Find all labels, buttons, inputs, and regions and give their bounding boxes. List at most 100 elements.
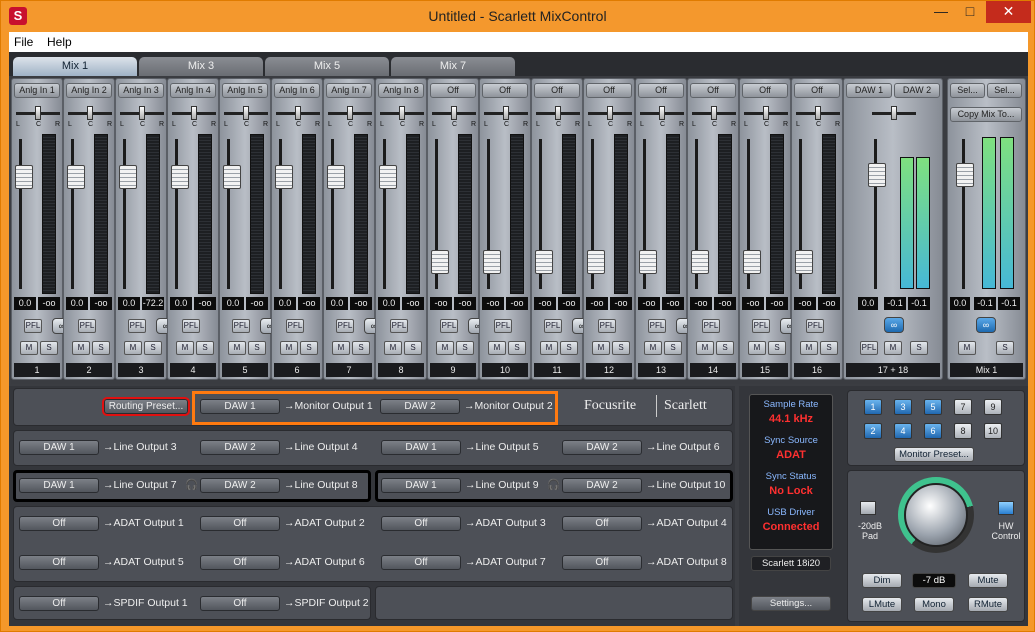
solo-button[interactable]: S xyxy=(508,341,526,355)
solo-button[interactable]: S xyxy=(664,341,682,355)
daw-fader[interactable] xyxy=(868,163,886,187)
pan-control[interactable]: L C R xyxy=(120,105,164,131)
channel-fader[interactable] xyxy=(795,250,813,274)
mix-select-right[interactable]: Sel... xyxy=(987,83,1022,98)
mute-button[interactable]: M xyxy=(540,341,558,355)
channel-fader[interactable] xyxy=(379,164,397,189)
input-select-button[interactable]: Off xyxy=(430,83,476,98)
pfl-button[interactable]: PFL xyxy=(78,319,96,333)
daw-pfl-button[interactable]: PFL xyxy=(860,341,878,355)
menu-help[interactable]: Help xyxy=(47,35,72,49)
routing-preset-button[interactable]: Routing Preset... xyxy=(102,397,190,416)
pfl-button[interactable]: PFL xyxy=(494,319,512,333)
pfl-button[interactable]: PFL xyxy=(806,319,824,333)
solo-button[interactable]: S xyxy=(456,341,474,355)
pan-control[interactable]: L C R xyxy=(692,105,736,131)
solo-button[interactable]: S xyxy=(560,341,578,355)
dim-button[interactable]: Dim xyxy=(862,573,902,588)
solo-button[interactable]: S xyxy=(40,341,58,355)
solo-button[interactable]: S xyxy=(196,341,214,355)
mute-button[interactable]: M xyxy=(20,341,38,355)
pan-control[interactable]: L C R xyxy=(68,105,112,131)
daw-solo-button[interactable]: S xyxy=(910,341,928,355)
tab-mix-3[interactable]: Mix 3 xyxy=(139,57,263,76)
pfl-button[interactable]: PFL xyxy=(648,319,666,333)
sample-rate-value[interactable]: 44.1 kHz xyxy=(750,413,832,425)
input-select-button[interactable]: Off xyxy=(690,83,736,98)
channel-fader[interactable] xyxy=(431,250,449,274)
route-source-button[interactable]: Off xyxy=(200,555,280,570)
hw-control-toggle[interactable] xyxy=(998,501,1014,515)
channel-fader[interactable] xyxy=(639,250,657,274)
solo-button[interactable]: S xyxy=(612,341,630,355)
speaker-set-button[interactable]: 8 xyxy=(954,423,972,439)
mute-button[interactable]: M xyxy=(748,341,766,355)
input-select-button[interactable]: Anlg In 1 xyxy=(14,83,60,98)
route-source-button[interactable]: DAW 1 xyxy=(381,478,461,493)
route-source-button[interactable]: Off xyxy=(562,516,642,531)
mute-button[interactable]: M xyxy=(696,341,714,355)
daw-pan[interactable] xyxy=(872,105,916,131)
monitor-preset-button[interactable]: Monitor Preset... xyxy=(894,447,974,462)
solo-button[interactable]: S xyxy=(716,341,734,355)
pan-control[interactable]: L C R xyxy=(796,105,840,131)
input-select-button[interactable]: Anlg In 3 xyxy=(118,83,164,98)
channel-fader[interactable] xyxy=(15,164,33,189)
monitor2-source[interactable]: DAW 2 xyxy=(380,399,460,414)
speaker-set-button[interactable]: 1 xyxy=(864,399,882,415)
speaker-set-button[interactable]: 4 xyxy=(894,423,912,439)
mono-button[interactable]: Mono xyxy=(914,597,954,612)
mix-fader[interactable] xyxy=(956,163,974,187)
solo-button[interactable]: S xyxy=(352,341,370,355)
input-select-button[interactable]: Off xyxy=(534,83,580,98)
rmute-button[interactable]: RMute xyxy=(968,597,1008,612)
route-source-button[interactable]: Off xyxy=(381,555,461,570)
volume-knob[interactable] xyxy=(898,477,974,553)
monitor1-source[interactable]: DAW 1 xyxy=(200,399,280,414)
speaker-set-button[interactable]: 7 xyxy=(954,399,972,415)
input-select-button[interactable]: Off xyxy=(638,83,684,98)
input-select-button[interactable]: Off xyxy=(742,83,788,98)
maximize-button[interactable]: □ xyxy=(957,1,983,23)
mute-button[interactable]: M xyxy=(280,341,298,355)
minimize-button[interactable]: — xyxy=(928,1,954,23)
mute-button[interactable]: M xyxy=(436,341,454,355)
solo-button[interactable]: S xyxy=(768,341,786,355)
pan-control[interactable]: L C R xyxy=(380,105,424,131)
route-source-button[interactable]: DAW 2 xyxy=(200,478,280,493)
mute-button[interactable]: M xyxy=(644,341,662,355)
solo-button[interactable]: S xyxy=(144,341,162,355)
channel-fader[interactable] xyxy=(743,250,761,274)
close-button[interactable]: ✕ xyxy=(986,1,1031,23)
channel-fader[interactable] xyxy=(171,164,189,189)
pfl-button[interactable]: PFL xyxy=(598,319,616,333)
pan-control[interactable]: L C R xyxy=(432,105,476,131)
input-select-button[interactable]: Anlg In 8 xyxy=(378,83,424,98)
pfl-button[interactable]: PFL xyxy=(752,319,770,333)
mute-button[interactable]: M xyxy=(332,341,350,355)
pfl-button[interactable]: PFL xyxy=(232,319,250,333)
solo-button[interactable]: S xyxy=(300,341,318,355)
route-source-button[interactable]: Off xyxy=(200,596,280,611)
pan-control[interactable]: L C R xyxy=(16,105,60,131)
channel-fader[interactable] xyxy=(119,164,137,189)
tab-mix-5[interactable]: Mix 5 xyxy=(265,57,389,76)
channel-fader[interactable] xyxy=(275,164,293,189)
channel-fader[interactable] xyxy=(67,164,85,189)
route-source-button[interactable]: DAW 1 xyxy=(19,440,99,455)
solo-button[interactable]: S xyxy=(92,341,110,355)
lmute-button[interactable]: LMute xyxy=(862,597,902,612)
route-source-button[interactable]: Off xyxy=(19,516,99,531)
mute-button[interactable]: M xyxy=(800,341,818,355)
route-source-button[interactable]: Off xyxy=(562,555,642,570)
pfl-button[interactable]: PFL xyxy=(544,319,562,333)
mix-link-button[interactable]: ∞ xyxy=(976,317,996,333)
pan-control[interactable]: L C R xyxy=(224,105,268,131)
input-select-button[interactable]: Off xyxy=(794,83,840,98)
pan-control[interactable]: L C R xyxy=(744,105,788,131)
mute-button[interactable]: M xyxy=(176,341,194,355)
solo-button[interactable]: S xyxy=(248,341,266,355)
mix-mute-button[interactable]: M xyxy=(958,341,976,355)
tab-mix-7[interactable]: Mix 7 xyxy=(391,57,515,76)
input-select-button[interactable]: Anlg In 7 xyxy=(326,83,372,98)
